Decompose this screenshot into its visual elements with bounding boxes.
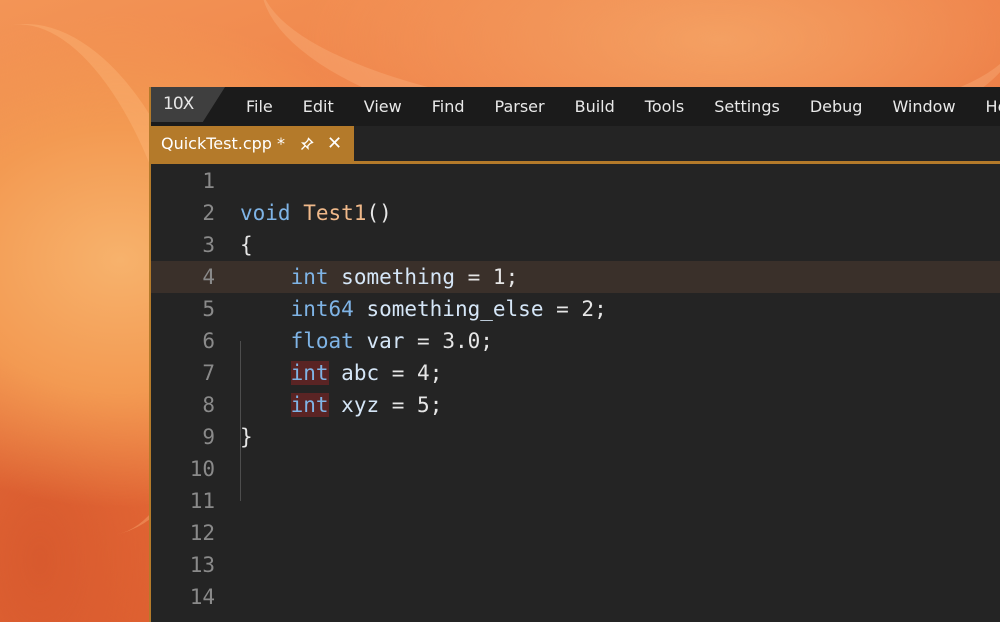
menu-item-file[interactable]: File [231, 97, 288, 116]
code-token: int [290, 393, 329, 417]
code-text: int64 something_else = 2; [240, 293, 607, 325]
code-text: int abc = 4; [240, 357, 442, 389]
code-token: Test1 [303, 201, 367, 225]
code-token: = [379, 361, 418, 385]
code-token: int [290, 361, 329, 385]
code-token: () [366, 201, 392, 225]
editor-window: 10X File Edit View Find Parser Build Tools Sett… [149, 87, 1000, 622]
code-line[interactable]: 2 void Test1() [151, 197, 1000, 229]
code-token: ; [505, 265, 519, 289]
code-token: ; [429, 393, 443, 417]
tab-label: QuickTest.cpp * [161, 134, 286, 153]
code-text: } [240, 421, 253, 453]
line-number: 1 [202, 169, 215, 193]
line-number: 10 [189, 457, 215, 481]
code-token: float [290, 329, 354, 353]
code-token: = [454, 265, 493, 289]
code-token: abc [341, 361, 380, 385]
code-token: = [543, 297, 582, 321]
code-line[interactable]: 4 int something = 1; [151, 261, 1000, 293]
line-number: 5 [202, 297, 215, 321]
code-text: float var = 3.0; [240, 325, 493, 357]
line-number: 3 [202, 233, 215, 257]
menu-item-settings[interactable]: Settings [699, 97, 795, 116]
code-line[interactable]: 6 float var = 3.0; [151, 325, 1000, 357]
tab-bar: QuickTest.cpp * ✕ [151, 126, 1000, 164]
code-token: = [404, 329, 443, 353]
code-line[interactable]: 10 [151, 453, 1000, 485]
line-number: 13 [189, 553, 215, 577]
code-line[interactable]: 13 [151, 549, 1000, 581]
code-text: int something = 1; [240, 261, 519, 293]
code-line[interactable]: 8 int xyz = 5; [151, 389, 1000, 421]
code-token: xyz [341, 393, 380, 417]
menu-item-parser[interactable]: Parser [480, 97, 560, 116]
code-token: { [240, 233, 253, 257]
code-token: = [379, 393, 418, 417]
code-line[interactable]: 9} [151, 421, 1000, 453]
code-text: int xyz = 5; [240, 389, 442, 421]
line-number: 12 [189, 521, 215, 545]
code-token: 5 [417, 393, 430, 417]
code-token: int64 [290, 297, 354, 321]
code-text: void Test1() [240, 197, 392, 229]
code-token: } [240, 425, 253, 449]
code-token: ; [480, 329, 493, 353]
code-text: { [240, 229, 253, 261]
menu-item-help[interactable]: Help [971, 97, 1000, 116]
code-line[interactable]: 5 int64 something_else = 2; [151, 293, 1000, 325]
menu-item-view[interactable]: View [349, 97, 417, 116]
tab-quicktest[interactable]: QuickTest.cpp * ✕ [151, 126, 354, 161]
code-token: int [290, 265, 329, 289]
code-token: 3.0 [442, 329, 481, 353]
line-number: 6 [202, 329, 215, 353]
code-token: something_else [366, 297, 544, 321]
pin-icon[interactable] [299, 136, 315, 152]
code-line[interactable]: 14 [151, 581, 1000, 613]
menu-item-debug[interactable]: Debug [795, 97, 878, 116]
menu-item-window[interactable]: Window [877, 97, 970, 116]
menu-items: File Edit View Find Parser Build Tools Settings… [231, 87, 1000, 126]
code-token: var [366, 329, 405, 353]
code-token: ; [594, 297, 607, 321]
code-token: void [240, 201, 291, 225]
close-icon[interactable]: ✕ [327, 134, 342, 153]
line-number: 7 [202, 361, 215, 385]
menu-item-edit[interactable]: Edit [288, 97, 349, 116]
line-number: 8 [202, 393, 215, 417]
menu-item-find[interactable]: Find [417, 97, 480, 116]
code-token: 1 [492, 265, 506, 289]
code-editor[interactable]: 1 2 void Test1() 3{4 int something = 1; 5 in… [151, 164, 1000, 622]
code-line[interactable]: 11 [151, 485, 1000, 517]
menu-bar: 10X File Edit View Find Parser Build Tools Sett… [151, 87, 1000, 126]
code-token: 2 [581, 297, 595, 321]
line-number: 14 [189, 585, 215, 609]
line-number: 9 [202, 425, 215, 449]
menu-item-tools[interactable]: Tools [630, 97, 699, 116]
code-line[interactable]: 3{ [151, 229, 1000, 261]
code-token: something [341, 265, 455, 289]
line-number: 11 [189, 489, 215, 513]
code-line[interactable]: 7 int abc = 4; [151, 357, 1000, 389]
menu-item-build[interactable]: Build [560, 97, 630, 116]
code-token: 4 [417, 361, 430, 385]
code-line[interactable]: 1 [151, 165, 1000, 197]
code-token: ; [429, 361, 443, 385]
line-number: 4 [202, 265, 215, 289]
code-line[interactable]: 12 [151, 517, 1000, 549]
app-logo[interactable]: 10X [151, 87, 225, 122]
line-number: 2 [202, 201, 215, 225]
